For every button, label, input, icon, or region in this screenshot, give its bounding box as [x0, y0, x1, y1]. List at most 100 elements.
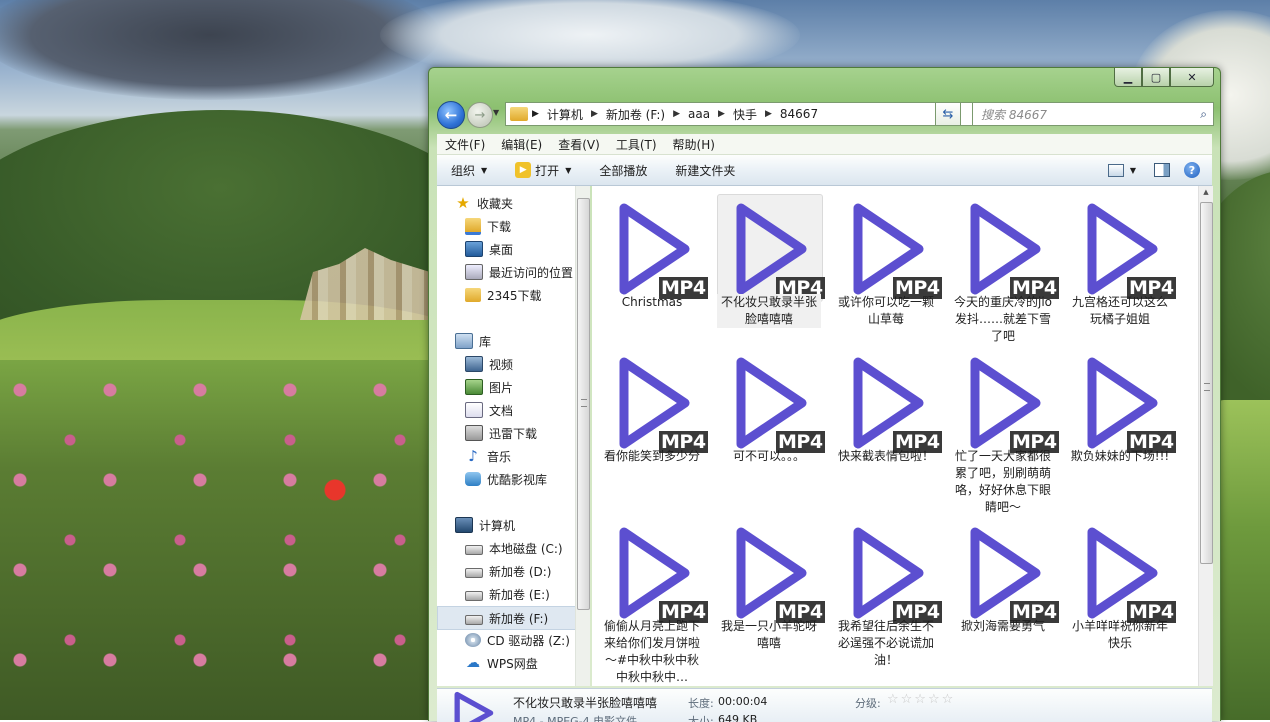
file-item[interactable]: MP4 看你能笑到多少分 — [600, 348, 708, 498]
nav-item-drive-d[interactable]: 新加卷 (D:) — [465, 560, 551, 582]
maximize-icon[interactable]: ▢ — [1142, 68, 1170, 87]
file-list-scrollbar[interactable]: ▲ — [1198, 186, 1213, 686]
nav-item-cd-drive-z[interactable]: CD 驱动器 (Z:) — [465, 629, 570, 651]
file-item[interactable]: MP4 我是一只小羊驼呀嘻嘻 — [717, 518, 825, 668]
chevron-down-icon: ▼ — [481, 165, 488, 175]
nav-item-downloads[interactable]: 下载 — [465, 215, 511, 237]
preview-pane-icon[interactable] — [1154, 163, 1170, 177]
navigation-pane: ★ 收藏夹 下载 桌面 最近访问的位置 2345下载 库 视频 图片 文档 迅雷下… — [437, 186, 588, 686]
nav-item-drive-f[interactable]: 新加卷 (F:) — [437, 606, 588, 630]
nav-computer[interactable]: 计算机 — [455, 514, 515, 536]
file-item[interactable]: MP4 可不可以。。。 — [717, 348, 825, 498]
nav-item-videos[interactable]: 视频 — [465, 353, 513, 375]
nav-favorites[interactable]: ★ 收藏夹 — [455, 192, 513, 214]
file-item[interactable]: MP4 偷偷从月亮上跑下来给你们发月饼啦～#中秋中秋中秋中秋中秋中… — [600, 518, 708, 684]
file-item[interactable]: MP4 小羊咩咩祝你新年快乐 — [1068, 518, 1176, 668]
breadcrumb-drive-f[interactable]: 新加卷 (F:) ▶ — [606, 106, 688, 123]
nav-item-2345-downloads[interactable]: 2345下载 — [465, 284, 542, 306]
xunlei-library-icon — [465, 425, 483, 441]
file-name: Christmas — [621, 295, 683, 309]
details-length-label: 长度: — [688, 697, 714, 710]
file-name: 不化妆只敢录半张脸嘻嘻嘻 — [717, 294, 821, 328]
recent-places-icon — [465, 264, 483, 280]
nav-libraries[interactable]: 库 — [455, 330, 491, 352]
search-icon[interactable]: ⌕ — [1200, 107, 1207, 122]
file-item[interactable]: MP4 Christmas — [600, 194, 708, 344]
history-dropdown-icon[interactable]: ▼ — [493, 108, 499, 117]
file-item[interactable]: MP4 忙了一天大家都很累了吧，别刷萌萌咯，好好休息下眼睛吧～ — [951, 348, 1059, 514]
file-list-scroll-thumb[interactable] — [1200, 202, 1213, 564]
file-name: 忙了一天大家都很累了吧，别刷萌萌咯，好好休息下眼睛吧～ — [954, 449, 1051, 514]
nav-item-pictures[interactable]: 图片 — [465, 376, 513, 398]
file-item[interactable]: MP4 欺负妹妹的下场!!! — [1068, 348, 1176, 498]
menu-edit[interactable]: 编辑(E) — [493, 136, 550, 153]
minimize-icon[interactable]: ▁ — [1114, 68, 1142, 87]
organize-button[interactable]: 组织 ▼ — [437, 155, 501, 185]
play-all-button[interactable]: 全部播放 — [585, 155, 661, 185]
video-library-icon — [465, 356, 483, 372]
nav-item-desktop[interactable]: 桌面 — [465, 238, 513, 260]
file-name: 今天的重庆冷的jio发抖……就差下雪了吧 — [953, 295, 1052, 343]
search-input[interactable]: 搜索 84667 ⌕ — [972, 102, 1214, 126]
breadcrumb-computer[interactable]: 计算机 ▶ — [547, 106, 606, 123]
file-name: 九宫格还可以这么玩橘子姐姐 — [1071, 295, 1168, 326]
nav-item-wps-cloud[interactable]: ☁ WPS网盘 — [465, 652, 538, 674]
drive-icon — [465, 615, 483, 625]
nav-item-documents[interactable]: 文档 — [465, 399, 513, 421]
nav-item-recent-places[interactable]: 最近访问的位置 — [465, 261, 573, 283]
file-item[interactable]: MP4 九宫格还可以这么玩橘子姐姐 — [1068, 194, 1176, 344]
file-name: 偷偷从月亮上跑下来给你们发月饼啦～#中秋中秋中秋中秋中秋中… — [603, 619, 700, 684]
caption-buttons: ▁ ▢ ✕ — [1114, 68, 1214, 87]
nav-item-xunlei-downloads[interactable]: 迅雷下载 — [465, 422, 537, 444]
details-file-type: MP4 - MPEG-4 电影文件 — [513, 715, 638, 722]
breadcrumb-84667[interactable]: 84667 — [780, 107, 818, 121]
nav-scroll-thumb[interactable] — [577, 198, 590, 610]
file-thumbnail: MP4 — [834, 194, 942, 302]
nav-pane-scrollbar[interactable] — [575, 186, 590, 686]
drive-icon — [465, 568, 483, 578]
menu-view[interactable]: 查看(V) — [550, 136, 608, 153]
menu-file[interactable]: 文件(F) — [437, 136, 493, 153]
menu-tools[interactable]: 工具(T) — [608, 136, 665, 153]
chevron-right-icon: ▶ — [764, 109, 772, 119]
details-size-value: 649 KB — [718, 713, 758, 722]
file-item[interactable]: MP4 掀刘海需要勇气 — [951, 518, 1059, 668]
file-item[interactable]: MP4 我希望往后余生不必逞强不必说谎加油！ — [834, 518, 942, 668]
new-folder-button[interactable]: 新建文件夹 — [661, 155, 749, 185]
nav-item-drive-e[interactable]: 新加卷 (E:) — [465, 583, 550, 605]
file-list: MP4 Christmas MP4 不化妆只敢录半张脸嘻嘻嘻 MP4 或许你可以吃一颗山草… — [592, 186, 1198, 686]
file-item[interactable]: MP4 不化妆只敢录半张脸嘻嘻嘻 — [717, 194, 825, 344]
nav-item-drive-c[interactable]: 本地磁盘 (C:) — [465, 537, 563, 559]
explorer-window: ▁ ▢ ✕ ← → ▼ ▶ 计算机 ▶ 新加卷 (F:) ▶ aaa ▶ 快手 ▶ 84… — [428, 67, 1221, 722]
close-icon[interactable]: ✕ — [1170, 68, 1214, 87]
address-bar[interactable]: ▶ 计算机▶ 新加卷 (F:)▶ aaa▶ 快手▶ 84667 ▼ — [505, 102, 997, 126]
file-name: 可不可以。。。 — [732, 449, 805, 463]
mp4-play-icon — [454, 691, 494, 722]
nav-item-music[interactable]: ♪ 音乐 — [465, 445, 511, 467]
file-thumbnail: MP4 — [717, 194, 825, 302]
youku-library-icon — [465, 472, 481, 486]
menu-bar: 文件(F) 编辑(E) 查看(V) 工具(T) 帮助(H) — [437, 134, 1212, 155]
file-thumbnail: MP4 — [1068, 348, 1176, 456]
nav-item-youku-library[interactable]: 优酷影视库 — [465, 468, 547, 490]
breadcrumb-aaa[interactable]: aaa ▶ — [688, 107, 733, 121]
refresh-icon[interactable]: ⇆ — [935, 102, 961, 126]
forward-icon[interactable]: → — [467, 102, 493, 128]
chevron-down-icon[interactable]: ▼ — [1130, 166, 1136, 175]
computer-icon — [455, 517, 473, 533]
desktop-icon — [465, 241, 483, 257]
rating-stars[interactable]: ☆☆☆☆☆ — [887, 692, 955, 707]
library-icon — [455, 333, 473, 349]
open-button[interactable]: ▶ 打开 ▼ — [501, 155, 585, 185]
change-view-icon[interactable] — [1107, 163, 1124, 177]
cloud-icon: ☁ — [466, 655, 480, 671]
help-icon[interactable]: ? — [1184, 162, 1200, 178]
breadcrumb-kuaishou[interactable]: 快手 ▶ — [733, 106, 780, 123]
scroll-up-icon[interactable]: ▲ — [1201, 188, 1211, 198]
back-icon[interactable]: ← — [437, 101, 465, 129]
file-item[interactable]: MP4 快来截表情包啦！ — [834, 348, 942, 498]
file-thumbnail: MP4 — [834, 518, 942, 626]
file-item[interactable]: MP4 或许你可以吃一颗山草莓 — [834, 194, 942, 344]
menu-help[interactable]: 帮助(H) — [665, 136, 723, 153]
file-item[interactable]: MP4 今天的重庆冷的jio发抖……就差下雪了吧 — [951, 194, 1059, 344]
